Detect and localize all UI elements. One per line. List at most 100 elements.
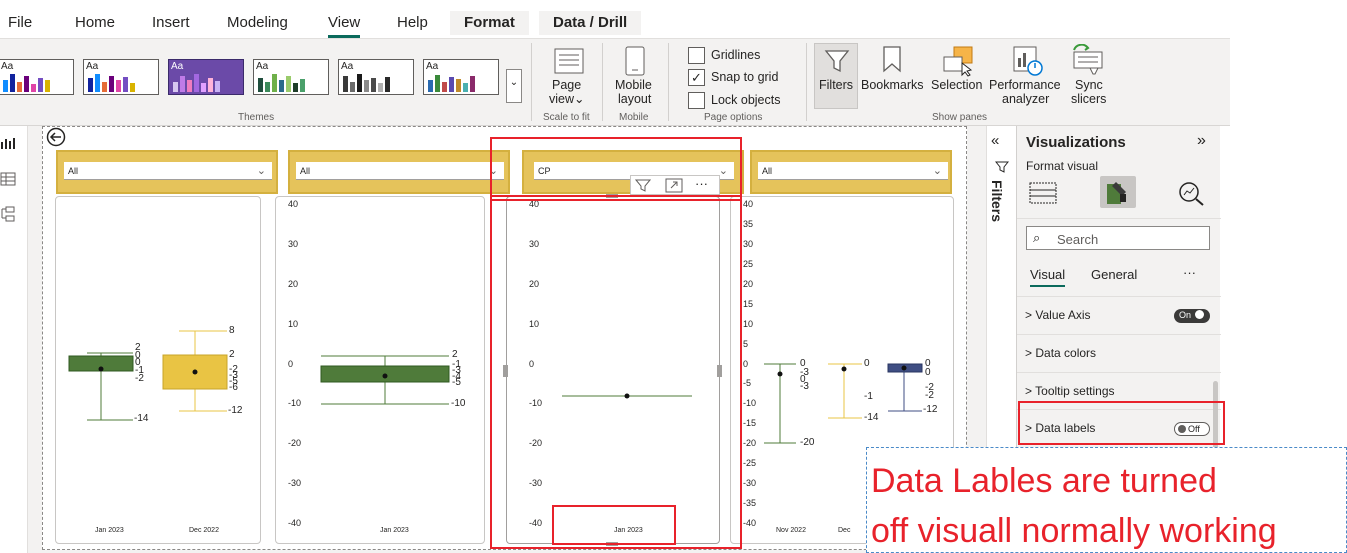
- slicer-dropdown[interactable]: All ⌄: [64, 162, 272, 180]
- slicer-dropdown[interactable]: All ⌄: [296, 162, 504, 180]
- tab-home[interactable]: Home: [75, 14, 115, 31]
- data-label: -1: [864, 391, 873, 402]
- data-label: 0: [925, 367, 931, 378]
- tab-view[interactable]: View: [328, 14, 361, 38]
- sync-label-2: slicers: [1071, 92, 1107, 106]
- pane-title: Visualizations: [1026, 134, 1126, 151]
- left-view-rail: [0, 126, 28, 553]
- lock-objects-checkbox[interactable]: [688, 92, 705, 109]
- value-axis-toggle[interactable]: On: [1174, 309, 1210, 323]
- search-input[interactable]: ⌕ Search: [1026, 226, 1210, 250]
- tab-help[interactable]: Help: [397, 14, 428, 31]
- mobile-layout-label-2: layout: [618, 92, 652, 106]
- tab-modeling[interactable]: Modeling: [227, 14, 288, 31]
- data-label: -20: [800, 437, 815, 448]
- group-label-scale-to-fit: Scale to fit: [543, 112, 590, 123]
- data-colors-row[interactable]: > Data colors: [1025, 346, 1096, 360]
- snap-to-grid-label: Snap to grid: [711, 70, 779, 84]
- tab-file[interactable]: File: [8, 14, 32, 31]
- annotation-line-1: Data Lables are turned: [871, 462, 1217, 500]
- data-label: 0: [864, 358, 870, 369]
- report-view-icon[interactable]: [0, 136, 16, 150]
- theme-tile[interactable]: Aa: [83, 59, 159, 95]
- pane-subtitle: Format visual: [1026, 159, 1099, 173]
- bookmark-icon: [883, 46, 901, 73]
- sync-label-1: Sync: [1075, 78, 1103, 92]
- x-axis-label: Jan 2023: [95, 527, 124, 534]
- lock-objects-label: Lock objects: [711, 93, 781, 107]
- snap-to-grid-checkbox[interactable]: ✓: [688, 69, 705, 86]
- highlight-box-data-labels: [1018, 401, 1225, 445]
- data-label: 2: [229, 349, 235, 360]
- theme-tile[interactable]: Aa: [338, 59, 414, 95]
- data-label: -10: [451, 398, 466, 409]
- page-view-icon: [554, 48, 584, 74]
- slicer: All ⌄: [56, 150, 278, 194]
- theme-tile-selected[interactable]: Aa: [168, 59, 244, 95]
- slicer-dropdown[interactable]: All ⌄: [758, 162, 948, 180]
- search-icon: ⌕: [1033, 230, 1041, 245]
- x-axis-label: Dec: [838, 527, 851, 534]
- chevron-right-icon: >: [1025, 346, 1033, 360]
- data-label: -3: [800, 381, 809, 392]
- format-paintbrush-icon: [1107, 182, 1126, 204]
- theme-tile[interactable]: Aa: [253, 59, 329, 95]
- theme-tile[interactable]: Aa: [423, 59, 499, 95]
- search-placeholder: Search: [1057, 232, 1099, 247]
- highlight-box-slicer: [490, 137, 742, 201]
- bookmarks-button[interactable]: [880, 45, 904, 78]
- data-label: -2: [925, 390, 934, 401]
- more-options-icon[interactable]: ···: [1183, 265, 1196, 280]
- filters-pane-label: Filters: [989, 180, 1005, 223]
- group-label-show-panes: Show panes: [932, 112, 988, 123]
- performance-analyzer-icon: [1013, 46, 1043, 76]
- mobile-layout-label-1: Mobile: [615, 78, 652, 92]
- table-view-icon[interactable]: [0, 172, 16, 186]
- performance-label-1: Performance: [989, 78, 1061, 92]
- mobile-phone-icon: [625, 46, 645, 76]
- back-arrow-icon[interactable]: [45, 127, 67, 147]
- analytics-magnifier-icon[interactable]: [1177, 180, 1205, 206]
- filters-pane-button[interactable]: [814, 43, 858, 109]
- tab-insert[interactable]: Insert: [152, 14, 190, 31]
- slicer: All ⌄: [750, 150, 952, 194]
- tab-visual[interactable]: Visual: [1030, 267, 1066, 287]
- gridlines-checkbox[interactable]: [688, 47, 705, 64]
- mobile-layout-button[interactable]: [624, 45, 646, 82]
- chevron-right-icon: >: [1025, 384, 1033, 398]
- build-visual-icon[interactable]: [1029, 182, 1057, 204]
- chevron-down-icon: ⌄: [256, 165, 266, 177]
- bookmarks-button-label: Bookmarks: [861, 78, 924, 92]
- tab-data-drill[interactable]: Data / Drill: [539, 11, 642, 35]
- selection-button[interactable]: [940, 45, 976, 82]
- ribbon: Aa Aa Aa Aa Aa Aa ⌄ Themes Page view⌄ Sc…: [0, 38, 1230, 126]
- group-label-themes: Themes: [238, 112, 275, 123]
- filters-button-label: Filters: [819, 78, 854, 92]
- selection-button-label: Selection: [931, 78, 983, 92]
- page-view-button[interactable]: [553, 47, 585, 82]
- x-axis-label: Nov 2022: [776, 527, 806, 534]
- slicer: All ⌄: [288, 150, 510, 194]
- expand-filters-icon[interactable]: «: [991, 132, 999, 149]
- tab-general[interactable]: General: [1091, 267, 1137, 282]
- chevron-right-icon: >: [1025, 308, 1033, 322]
- tab-format[interactable]: Format: [450, 11, 529, 35]
- theme-tile[interactable]: Aa: [0, 59, 74, 95]
- performance-label-2: analyzer: [1002, 92, 1050, 106]
- value-axis-row[interactable]: > Value Axis: [1025, 308, 1091, 322]
- page-view-label-1: Page: [552, 78, 582, 92]
- data-label: -14: [864, 412, 879, 423]
- highlight-box-xaxis: [552, 505, 676, 545]
- model-view-icon[interactable]: [0, 206, 16, 222]
- tooltip-settings-row[interactable]: > Tooltip settings: [1025, 384, 1115, 398]
- data-label: -6: [229, 382, 238, 393]
- themes-more-chevron-icon[interactable]: ⌄: [506, 69, 522, 103]
- data-label: 8: [229, 325, 235, 336]
- x-axis-label: Jan 2023: [380, 527, 409, 534]
- collapse-pane-icon[interactable]: »: [1197, 132, 1206, 150]
- data-label: -12: [923, 404, 938, 415]
- group-label-page-options: Page options: [704, 112, 763, 123]
- ribbon-tab-bar: File Home Insert Modeling View Help Form…: [0, 0, 1230, 38]
- annotation-textbox[interactable]: Data Lables are turned off visuall norma…: [866, 447, 1347, 553]
- format-visual-tab[interactable]: [1100, 176, 1136, 208]
